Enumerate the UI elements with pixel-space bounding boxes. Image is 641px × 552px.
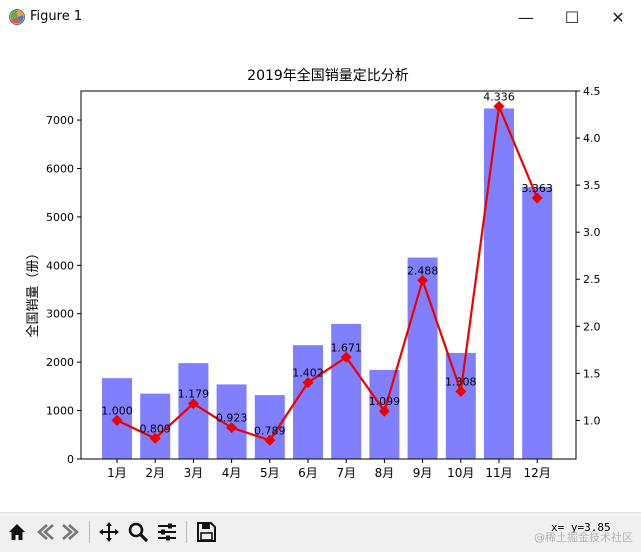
minimize-button[interactable]: —: [503, 0, 549, 34]
data-label: 3.363: [521, 182, 553, 195]
figure-canvas[interactable]: 2019年全国销量定比分析 全国销量（册） 0 1000 2000 3000 4000 5…: [0, 34, 641, 512]
data-label: 0.809: [139, 422, 171, 435]
y-left-tick-label: 4000: [46, 259, 74, 272]
bar: [522, 186, 553, 459]
save-icon[interactable]: [193, 519, 219, 545]
x-tick-label: 9月: [413, 466, 433, 480]
x-tick-label: 1月: [107, 466, 127, 480]
y-left-tick-label: 2000: [46, 356, 74, 369]
bar: [407, 257, 438, 459]
data-label: 1.179: [178, 388, 210, 401]
x-tick-label: 2月: [145, 466, 165, 480]
y-right-tick-label: 3.5: [583, 179, 601, 192]
y-right-tick-label: 1.5: [583, 367, 601, 380]
toolbar-separator: [89, 521, 90, 543]
x-tick-label: 11月: [485, 466, 512, 480]
y-left-tick-label: 6000: [46, 162, 74, 175]
y-left-tick-label: 7000: [46, 114, 74, 127]
forward-icon[interactable]: [58, 519, 84, 545]
bar: [484, 108, 514, 459]
y-right-tick-label: 4.0: [583, 132, 601, 145]
plot-area: 0 1000 2000 3000 4000 5000 6000 7000 1.0 1.5 2.0 2.…: [46, 85, 601, 480]
y-right-tick-label: 3.0: [583, 226, 601, 239]
x-tick-label: 12月: [524, 466, 551, 480]
data-label: 1.000: [101, 404, 133, 417]
y-right-tick-label: 2.5: [583, 273, 601, 286]
pan-icon[interactable]: [96, 519, 122, 545]
maximize-button[interactable]: ☐: [549, 0, 595, 34]
x-tick-label: 5月: [260, 466, 280, 480]
x-tick-label: 8月: [375, 466, 395, 480]
back-icon[interactable]: [32, 519, 58, 545]
x-tick-label: 4月: [222, 466, 242, 480]
y-axis-label: 全国销量（册）: [25, 246, 41, 337]
data-label: 4.336: [483, 90, 515, 103]
data-label: 1.308: [445, 375, 477, 388]
y-right-tick-label: 1.0: [583, 414, 601, 427]
x-tick-label: 7月: [336, 466, 356, 480]
data-label: 2.488: [407, 264, 439, 277]
configure-subplots-icon[interactable]: [154, 519, 180, 545]
matplotlib-app-icon: [9, 9, 25, 25]
window-title: Figure 1: [30, 9, 83, 24]
y-left-tick-label: 1000: [46, 405, 74, 418]
data-label: 0.789: [254, 424, 286, 437]
chart: 2019年全国销量定比分析 全国销量（册） 0 1000 2000 3000 4000 5…: [25, 67, 601, 480]
x-tick-label: 10月: [447, 466, 474, 480]
y-left-tick-label: 5000: [46, 211, 74, 224]
data-label: 1.402: [292, 367, 324, 380]
zoom-icon[interactable]: [125, 519, 151, 545]
y-right-tick-label: 2.0: [583, 320, 601, 333]
y-left-tick-label: 3000: [46, 308, 74, 321]
chart-title: 2019年全国销量定比分析: [247, 67, 409, 84]
toolbar-separator: [186, 521, 187, 543]
y-left-tick-label: 0: [67, 453, 74, 466]
data-label: 1.099: [369, 395, 401, 408]
home-icon[interactable]: [4, 519, 30, 545]
data-label: 1.671: [330, 341, 362, 354]
x-tick-label: 3月: [184, 466, 204, 480]
x-tick-label: 6月: [298, 466, 318, 480]
y-right-tick-label: 4.5: [583, 85, 601, 98]
close-button[interactable]: ✕: [595, 0, 641, 34]
window-titlebar: Figure 1 — ☐ ✕: [0, 0, 641, 34]
data-label: 0.923: [216, 412, 248, 425]
bar: [445, 352, 476, 459]
bar: [293, 345, 323, 459]
watermark-text: @稀土掘金技术社区: [534, 531, 633, 544]
